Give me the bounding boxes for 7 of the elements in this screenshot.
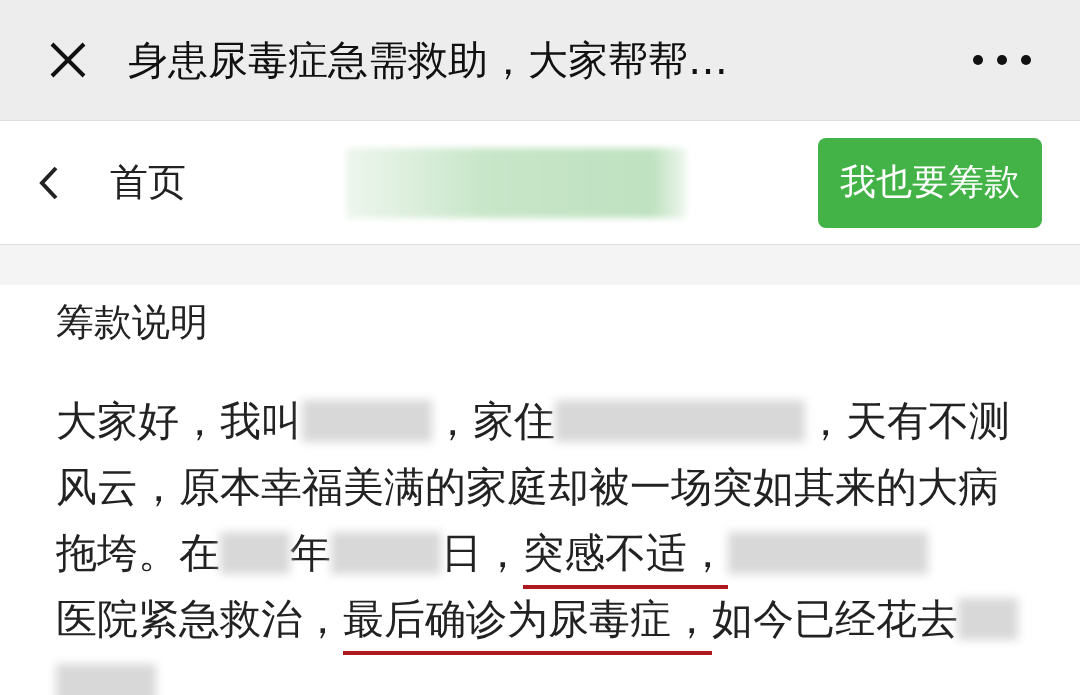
home-link[interactable]: 首页 xyxy=(110,157,186,208)
description-paragraph: 大家好，我叫 ，家住 ，天有不测 风云，原本幸福美满的家庭却被一场突如其来的大病 拖垮。在 年 日，突感不适， 医院紧急救治，最后确诊为尿毒症，如今已经花去 xyxy=(56,388,1024,695)
window-title: 身患尿毒症急需救助，大家帮帮… xyxy=(128,35,729,85)
close-icon[interactable] xyxy=(48,40,88,80)
more-icon[interactable] xyxy=(972,54,1032,66)
back-icon[interactable] xyxy=(38,164,60,201)
section-title: 筹款说明 xyxy=(56,299,209,346)
